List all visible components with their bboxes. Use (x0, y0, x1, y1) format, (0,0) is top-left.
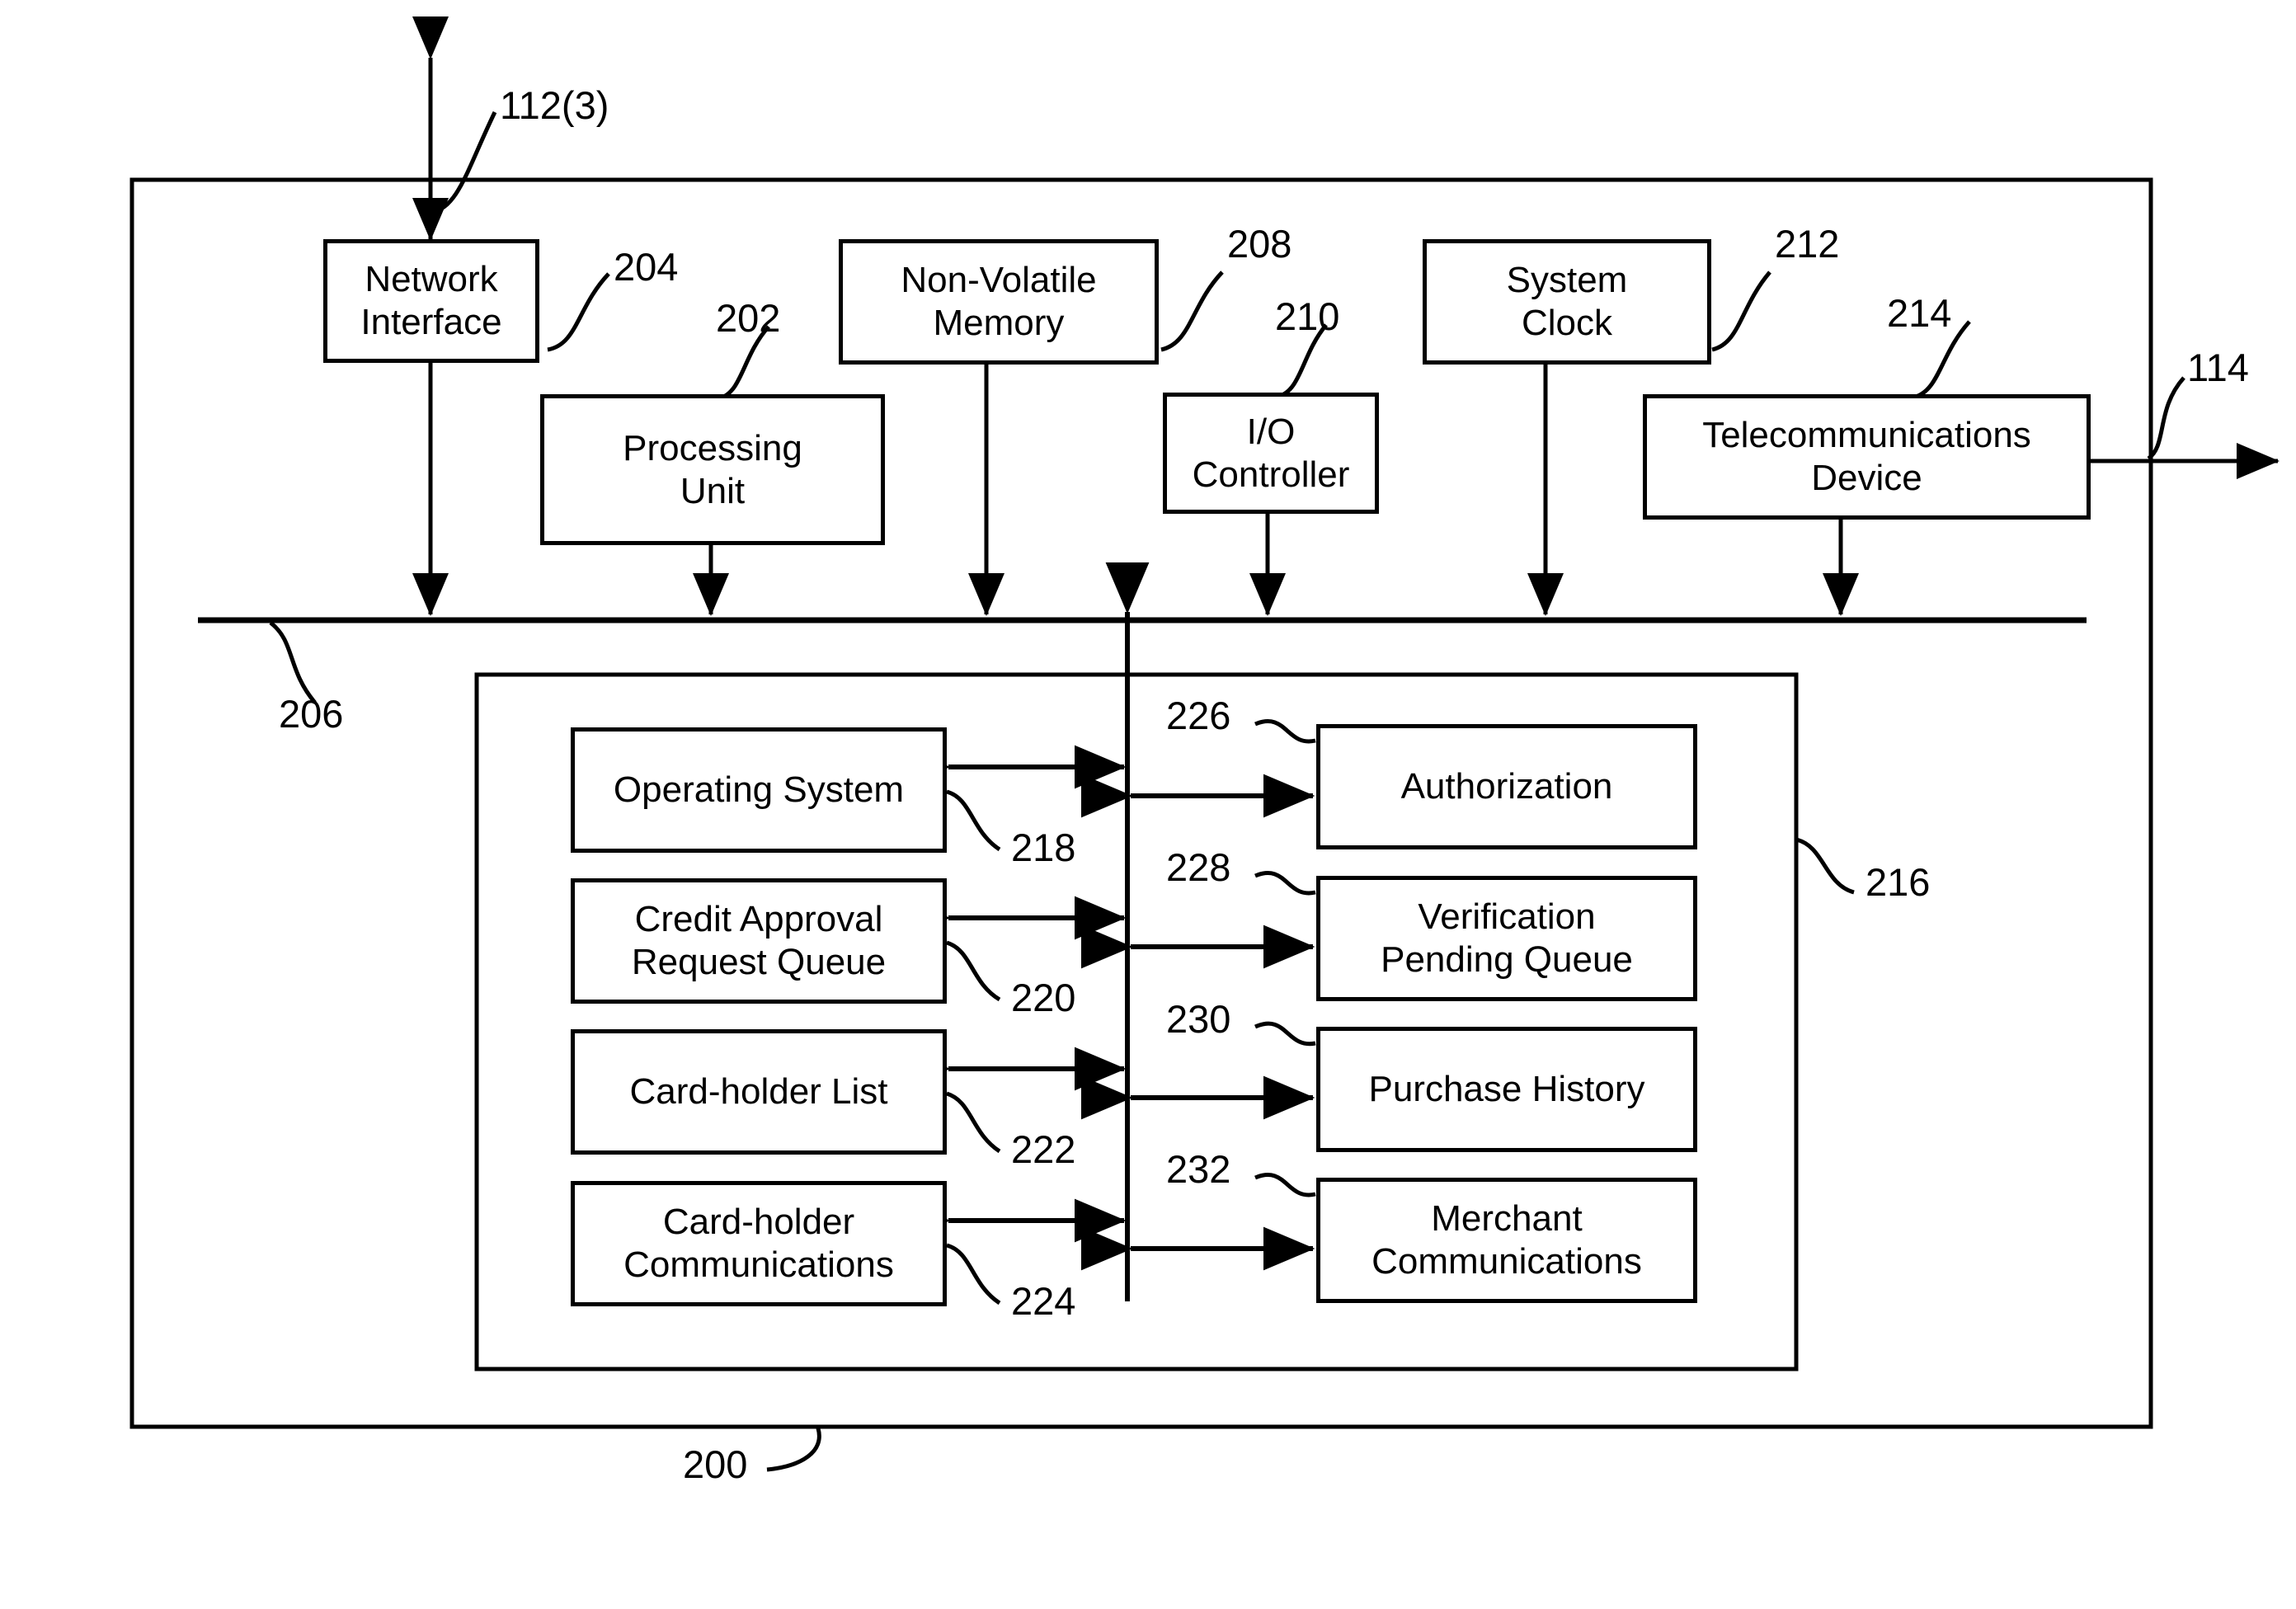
memory-module-card-holder-communications: Card-holder Communications (571, 1181, 947, 1306)
ref-210: 210 (1275, 294, 1340, 338)
processing-unit-label-line2: Unit (680, 470, 746, 511)
telecommunications-device-label-line1: Telecommunications (1702, 415, 2031, 456)
telecommunications-device-box: Telecommunications Device (1643, 394, 2091, 520)
verification-pending-label-line1: Verification (1418, 896, 1596, 938)
ref-230: 230 (1166, 997, 1231, 1041)
ref-206: 206 (279, 692, 344, 736)
system-clock-label-line2: Clock (1521, 303, 1612, 343)
operating-system-label-line1: Operating System (613, 769, 905, 811)
ref-218: 218 (1011, 826, 1076, 869)
ref-200: 200 (683, 1442, 748, 1486)
ref-114: 114 (2187, 346, 2249, 389)
memory-module-verification-pending-queue: Verification Pending Queue (1316, 876, 1697, 1001)
network-interface-label-line2: Interface (360, 302, 502, 342)
ref-222: 222 (1011, 1127, 1076, 1171)
ref-216: 216 (1866, 860, 1931, 904)
memory-module-purchase-history: Purchase History (1316, 1027, 1697, 1152)
non-volatile-memory-label-line2: Memory (933, 303, 1065, 343)
ref-214: 214 (1887, 291, 1952, 335)
processing-unit-box: Processing Unit (540, 394, 885, 545)
merchant-comms-label-line1: Merchant (1431, 1198, 1583, 1240)
telecommunications-device-label-line2: Device (1811, 458, 1922, 498)
memory-module-credit-approval-request-queue: Credit Approval Request Queue (571, 878, 947, 1004)
credit-approval-label-line1: Credit Approval (634, 899, 883, 940)
ref-112-3: 112(3) (500, 83, 609, 127)
non-volatile-memory-box: Non-Volatile Memory (839, 239, 1159, 365)
network-interface-label-line1: Network (365, 259, 498, 300)
memory-module-merchant-communications: Merchant Communications (1316, 1178, 1697, 1303)
system-clock-label-line1: System (1506, 260, 1628, 301)
authorization-label-line1: Authorization (1400, 766, 1613, 807)
credit-approval-label-line2: Request Queue (631, 942, 887, 982)
ref-212: 212 (1775, 222, 1840, 266)
card-holder-comms-label-line1: Card-holder (662, 1202, 855, 1243)
io-controller-box: I/O Controller (1163, 393, 1379, 514)
ref-232: 232 (1166, 1147, 1231, 1191)
io-controller-label-line2: Controller (1192, 454, 1350, 495)
processing-unit-label-line1: Processing (623, 427, 802, 468)
merchant-comms-label-line2: Communications (1371, 1241, 1642, 1282)
system-clock-box: System Clock (1423, 239, 1711, 365)
ref-208: 208 (1227, 222, 1292, 266)
card-holder-comms-label-line2: Communications (623, 1244, 894, 1285)
ref-220: 220 (1011, 976, 1076, 1019)
io-controller-label-line1: I/O (1246, 411, 1296, 452)
ref-224: 224 (1011, 1279, 1076, 1323)
ref-226: 226 (1166, 694, 1231, 737)
network-interface-box: Network Interface (323, 239, 539, 363)
figure-canvas: Network Interface Processing Unit Non-Vo… (0, 0, 2296, 1609)
memory-module-operating-system: Operating System (571, 727, 947, 853)
memory-module-authorization: Authorization (1316, 724, 1697, 849)
memory-module-card-holder-list: Card-holder List (571, 1029, 947, 1155)
ref-202: 202 (716, 296, 781, 340)
ref-228: 228 (1166, 845, 1231, 889)
ref-204: 204 (614, 245, 679, 289)
verification-pending-label-line2: Pending Queue (1381, 939, 1633, 980)
purchase-history-label-line1: Purchase History (1368, 1069, 1645, 1110)
non-volatile-memory-label-line1: Non-Volatile (901, 260, 1097, 301)
card-holder-list-label-line1: Card-holder List (629, 1071, 888, 1113)
